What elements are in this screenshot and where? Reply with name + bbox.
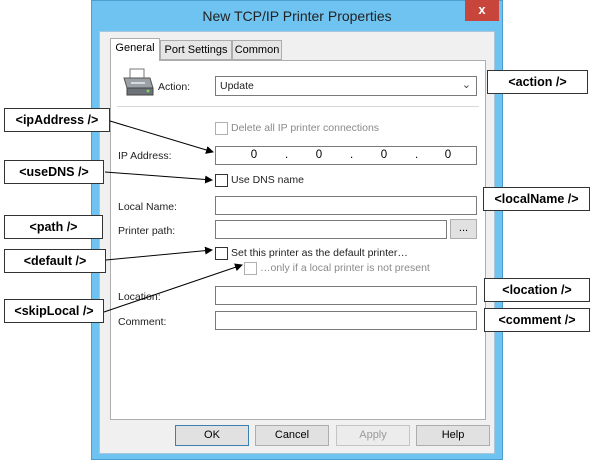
- tab-general[interactable]: General: [110, 38, 160, 61]
- ipaddress-arrow: [109, 120, 214, 154]
- annotation-path: <path />: [4, 215, 103, 239]
- annotation-usedns: <useDNS />: [4, 160, 104, 184]
- annotation-ipaddress: <ipAddress />: [4, 108, 110, 132]
- annotation-comment: <comment />: [484, 308, 590, 332]
- skiplocal-arrow: [103, 263, 243, 313]
- annotation-localname: <localName />: [483, 187, 590, 211]
- annotation-action: <action />: [487, 70, 588, 94]
- default-arrow: [105, 246, 213, 261]
- annotation-default: <default />: [4, 249, 106, 273]
- usedns-arrow: [104, 171, 213, 184]
- annotation-location: <location />: [484, 278, 590, 302]
- annotation-skiplocal: <skipLocal />: [4, 299, 104, 323]
